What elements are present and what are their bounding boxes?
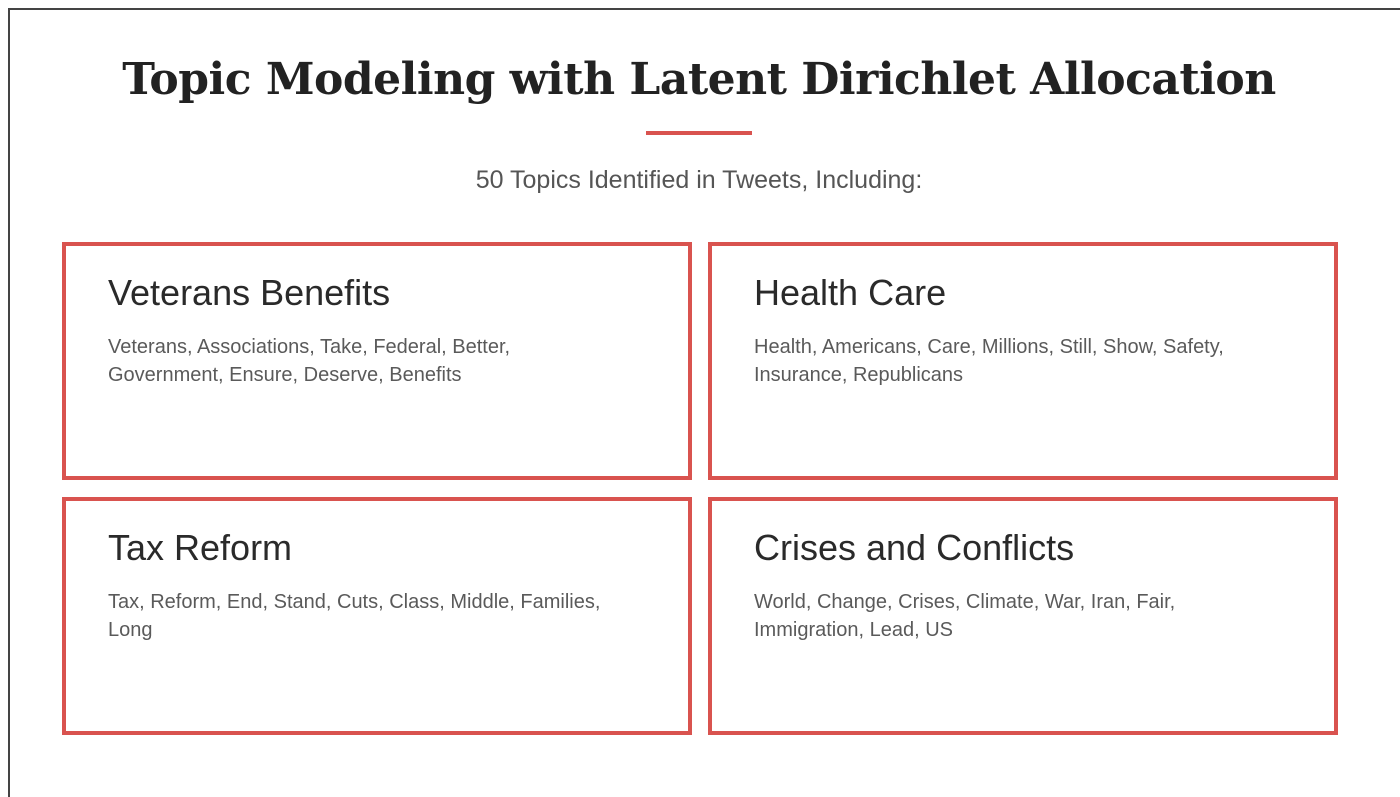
topic-keywords: Veterans, Associations, Take, Federal, B… [108, 336, 511, 386]
topic-card-health-care: Health Care Health, Americans, Care, Mil… [708, 242, 1338, 480]
topic-keywords: World, Change, Crises, Climate, War, Ira… [754, 591, 1176, 641]
topic-card-tax-reform: Tax Reform Tax, Reform, End, Stand, Cuts… [62, 497, 692, 735]
topic-keywords: Tax, Reform, End, Stand, Cuts, Class, Mi… [108, 591, 601, 641]
topic-card-crises-and-conflicts: Crises and Conflicts World, Change, Cris… [708, 497, 1338, 735]
topic-title: Tax Reform [108, 527, 293, 568]
topic-card-veterans-benefits: Veterans Benefits Veterans, Associations… [62, 242, 692, 480]
slide: Topic Modeling with Latent Dirichlet All… [8, 8, 1400, 797]
topic-title: Veterans Benefits [108, 272, 391, 313]
slide-subtitle: 50 Topics Identified in Tweets, Includin… [475, 166, 923, 194]
topic-title: Crises and Conflicts [754, 527, 1075, 568]
topic-keywords: Health, Americans, Care, Millions, Still… [754, 336, 1224, 386]
slide-title: Topic Modeling with Latent Dirichlet All… [122, 54, 1276, 105]
topic-title: Health Care [754, 272, 947, 313]
title-underline [646, 131, 752, 135]
